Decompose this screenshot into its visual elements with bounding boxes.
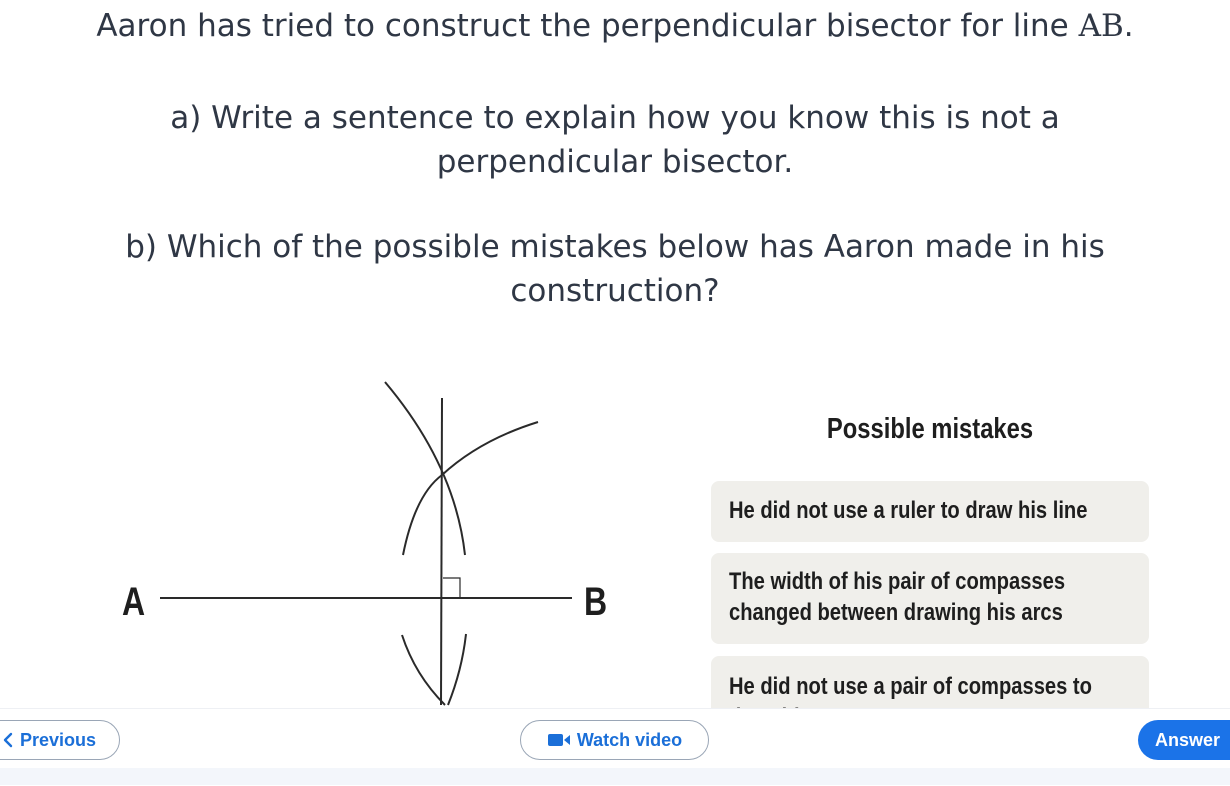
upper-arc-right — [402, 421, 539, 556]
attempted-bisector-line — [440, 397, 443, 706]
video-camera-icon — [547, 733, 571, 747]
lower-arc-right — [447, 633, 467, 706]
possible-mistakes-title: Possible mistakes — [826, 413, 1034, 445]
mistake-option-ruler[interactable]: He did not use a ruler to draw his line — [711, 481, 1149, 542]
question-line1-text: Aaron has tried to construct the perpend… — [96, 8, 1079, 44]
answer-button[interactable]: Answer — [1138, 720, 1230, 760]
upper-arc-left — [384, 381, 466, 556]
previous-button[interactable]: Previous — [0, 720, 120, 760]
answer-label: Answer — [1155, 729, 1221, 750]
lower-arc-left — [401, 634, 446, 706]
bottom-strip — [0, 768, 1230, 785]
watch-video-label: Watch video — [576, 729, 683, 750]
chevron-left-icon — [2, 732, 14, 748]
mistake-option-compass-width[interactable]: The width of his pair of compasses chang… — [711, 553, 1149, 644]
point-label-b: B — [584, 579, 607, 624]
right-angle-marker — [443, 577, 461, 598]
line-label-ab: AB — [1078, 8, 1124, 44]
construction-diagram: A B — [122, 381, 607, 706]
mistake-option-ruler-text: He did not use a ruler to draw his line — [729, 497, 1088, 524]
question-part-b: b) Which of the possible mistakes below … — [125, 229, 1105, 309]
point-label-a: A — [122, 579, 145, 624]
previous-label: Previous — [19, 729, 97, 750]
question-line1-end: . — [1123, 8, 1134, 44]
question-part-a: a) Write a sentence to explain how you k… — [170, 100, 1060, 180]
mistake-option-compass-width-text: The width of his pair of compasses chang… — [729, 568, 1066, 626]
watch-video-button[interactable]: Watch video — [520, 720, 709, 760]
question-intro: Aaron has tried to construct the perpend… — [0, 4, 1230, 48]
